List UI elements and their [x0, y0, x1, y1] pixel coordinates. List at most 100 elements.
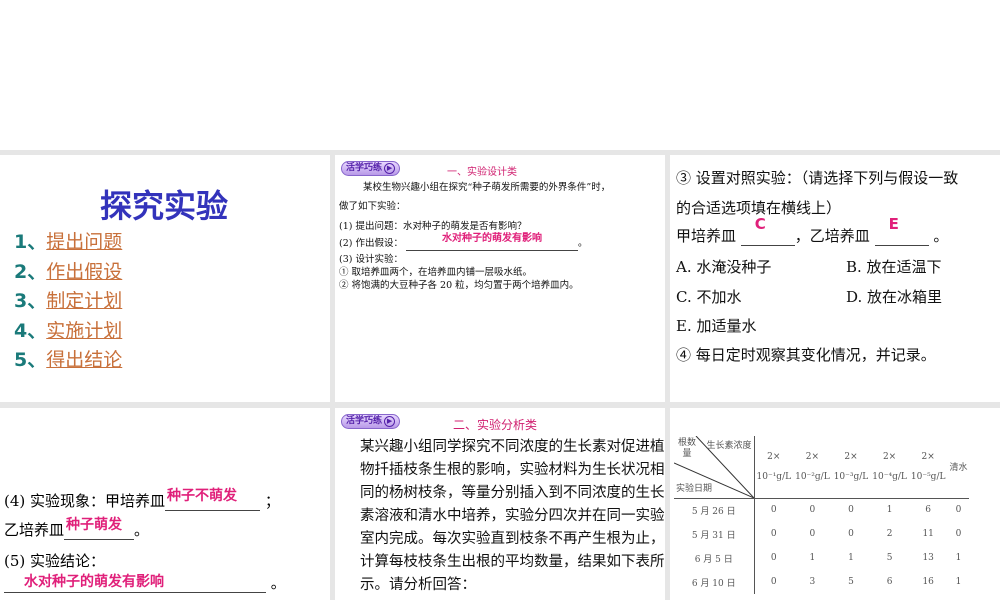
- value-cell: 0: [770, 529, 777, 539]
- value-cell: 1: [809, 553, 816, 563]
- fill-line: 甲培养皿 C ，乙培养皿 E 。: [676, 215, 948, 246]
- slide-design-experiment[interactable]: 活学巧练 ▶ 一、实验设计类 某校生物兴趣小组在探究“种子萌发所需要的外界条件”时…: [335, 155, 665, 402]
- conclusion-label: (5) 实验结论：: [4, 552, 106, 570]
- value-cell: 2: [886, 529, 893, 539]
- step-link[interactable]: 得出结论: [46, 349, 122, 371]
- question-2: (2) 作出假设： 水对种子的萌发有影响 。: [339, 233, 588, 251]
- step-link[interactable]: 提出问题: [46, 231, 122, 253]
- value-cell: 5: [886, 553, 893, 563]
- step-link[interactable]: 实施计划: [46, 320, 122, 342]
- badge-label: 活学巧练: [346, 416, 383, 426]
- section-title: 一、实验设计类: [447, 167, 517, 178]
- step-item: 4、实施计划: [14, 316, 122, 346]
- punct: 。: [578, 238, 588, 249]
- step-2: ② 将饱满的大豆种子各 20 粒，均匀置于两个培养皿内。: [339, 280, 579, 291]
- question-1: (1) 提出问题：水对种子的萌发是否有影响？: [339, 221, 527, 232]
- answer-blank: 水对种子的萌发有影响: [4, 574, 266, 593]
- text-line: ④ 每日定时观察其变化情况，并记录。: [676, 346, 936, 364]
- table-row: 5 月 26 日 0 0 0 1 6 0: [674, 498, 969, 522]
- answer-text: 种子不萌发: [167, 488, 238, 504]
- intro-text: 某校生物兴趣小组在探究“种子萌发所需要的外界条件”时，: [363, 182, 611, 193]
- slide-inquiry-steps[interactable]: 探究实验 1、提出问题 2、作出假设 3、制定计划 4、实施计划 5、得出结论: [0, 155, 330, 402]
- value-cell: 16: [922, 577, 934, 587]
- step-item: 3、制定计划: [14, 286, 122, 316]
- practice-badge[interactable]: 活学巧练 ▶: [341, 414, 401, 429]
- value-cell: 3: [809, 577, 816, 587]
- slide-data-table[interactable]: 生长素浓度 根数量 实验日期 2× 10⁻¹g/L 2× 10⁻²g/L 2× 10⁻…: [670, 408, 1000, 600]
- analysis-paragraph: 某兴趣小组同学探究不同浓度的生长素对促进植 物扦插枝条生根的影响，实验材料为生长…: [360, 436, 665, 597]
- value-cell: 0: [770, 505, 777, 516]
- slide-control-setup[interactable]: ③ 设置对照实验：（请选择下列与假设一致 的合适选项填在横线上） 甲培养皿 C …: [670, 155, 1000, 402]
- value-cell: 0: [848, 529, 854, 539]
- value-cell: 0: [955, 505, 962, 516]
- para-line: 计算每枝枝条生出根的平均数量，结果如下表所: [360, 554, 665, 570]
- step-1: ① 取培养皿两个，在培养皿内铺一层吸水纸。: [339, 267, 533, 278]
- step-item: 2、作出假设: [14, 257, 122, 287]
- value-cell: 1: [848, 553, 854, 563]
- practice-badge[interactable]: 活学巧练 ▶: [341, 161, 401, 176]
- value-cell: 0: [770, 577, 777, 587]
- corner-top: 生长素浓度: [706, 441, 752, 451]
- diagonal-header: 生长素浓度 根数量 实验日期: [674, 436, 755, 498]
- answer-text: C: [754, 215, 766, 233]
- badge-label: 活学巧练: [346, 163, 383, 173]
- slide-analysis[interactable]: 活学巧练 ▶ 二、实验分析类 某兴趣小组同学探究不同浓度的生长素对促进植 物扦插枝…: [335, 408, 665, 600]
- punct: ；: [264, 492, 280, 510]
- table-row: 6 月 5 日 0 1 1 5 13 1: [674, 546, 969, 570]
- section-title: 二、实验分析类: [453, 418, 538, 432]
- step-link[interactable]: 制定计划: [46, 290, 122, 312]
- value-cell: 1: [955, 553, 962, 563]
- answer-text: 种子萌发: [66, 517, 123, 533]
- value-cell: 0: [809, 529, 816, 539]
- play-icon: ▶: [384, 163, 396, 174]
- value-cell: 5: [848, 577, 854, 587]
- step-link[interactable]: 作出假设: [46, 261, 122, 283]
- step-item: 1、提出问题: [14, 227, 122, 257]
- para-line: 素溶液和清水中培养，实验分四次并在同一实验: [360, 508, 665, 524]
- value-cell: 1: [955, 577, 962, 587]
- col-header: 清水: [949, 463, 968, 474]
- col-header: 2× 10⁻⁵g/L: [910, 451, 946, 482]
- observation-line: (4) 实验现象：甲培养皿 种子不萌发 ；: [4, 488, 280, 511]
- corner-bot: 实验日期: [676, 483, 713, 494]
- option-b: B. 放在适温下: [846, 258, 942, 276]
- answer-blank: 种子萌发: [64, 517, 135, 540]
- option-e: E. 加适量水: [676, 317, 757, 335]
- step-item: 5、得出结论: [14, 345, 122, 375]
- answer-text: 水对种子的萌发有影响: [442, 233, 543, 244]
- punct: 。: [270, 574, 286, 592]
- value-cell: 0: [770, 553, 777, 563]
- date-cell: 6 月 5 日: [674, 546, 755, 570]
- question-3: (3) 设计实验：: [339, 254, 403, 265]
- step-num: 1、: [14, 231, 47, 253]
- value-cell: 0: [809, 505, 816, 516]
- play-icon: ▶: [384, 416, 396, 427]
- label: 甲培养皿: [676, 227, 737, 245]
- q2-label: (2) 作出假设：: [339, 238, 403, 249]
- answer-text: 水对种子的萌发有影响: [24, 574, 164, 590]
- label: ，乙培养皿: [794, 227, 870, 245]
- col-header: 2× 10⁻³g/L: [833, 451, 869, 482]
- value-cell: 13: [922, 553, 934, 563]
- date-cell: 5 月 31 日: [674, 522, 755, 546]
- col-header: 2× 10⁻⁴g/L: [872, 451, 907, 482]
- value-cell: 6: [886, 577, 893, 587]
- intro-text: 做了如下实验：: [339, 201, 406, 212]
- conclusion-line: 水对种子的萌发有影响 。: [4, 572, 286, 593]
- slide-title: 探究实验: [100, 187, 229, 225]
- answer-text: E: [888, 215, 899, 233]
- punct: 。: [134, 521, 150, 539]
- value-cell: 0: [955, 529, 962, 539]
- root-count-table: 生长素浓度 根数量 实验日期 2× 10⁻¹g/L 2× 10⁻²g/L 2× 10⁻…: [674, 436, 970, 594]
- value-cell: 6: [925, 505, 932, 516]
- step-num: 3、: [14, 290, 47, 312]
- step-num: 4、: [14, 319, 47, 342]
- answer-blank-yi: E: [874, 215, 929, 246]
- corner-mid: 根数量: [677, 438, 696, 459]
- para-line: 室内完成。每次实验直到枝条不再产生根为止，: [360, 531, 665, 547]
- para-line: 示。请分析回答：: [360, 577, 476, 593]
- para-line: 某兴趣小组同学探究不同浓度的生长素对促进植: [360, 439, 665, 455]
- label: 乙培养皿: [4, 521, 65, 539]
- steps-list: 1、提出问题 2、作出假设 3、制定计划 4、实施计划 5、得出结论: [14, 227, 122, 375]
- slide-results[interactable]: (4) 实验现象：甲培养皿 种子不萌发 ； 乙培养皿 种子萌发 。 (5) 实验结论…: [0, 408, 330, 600]
